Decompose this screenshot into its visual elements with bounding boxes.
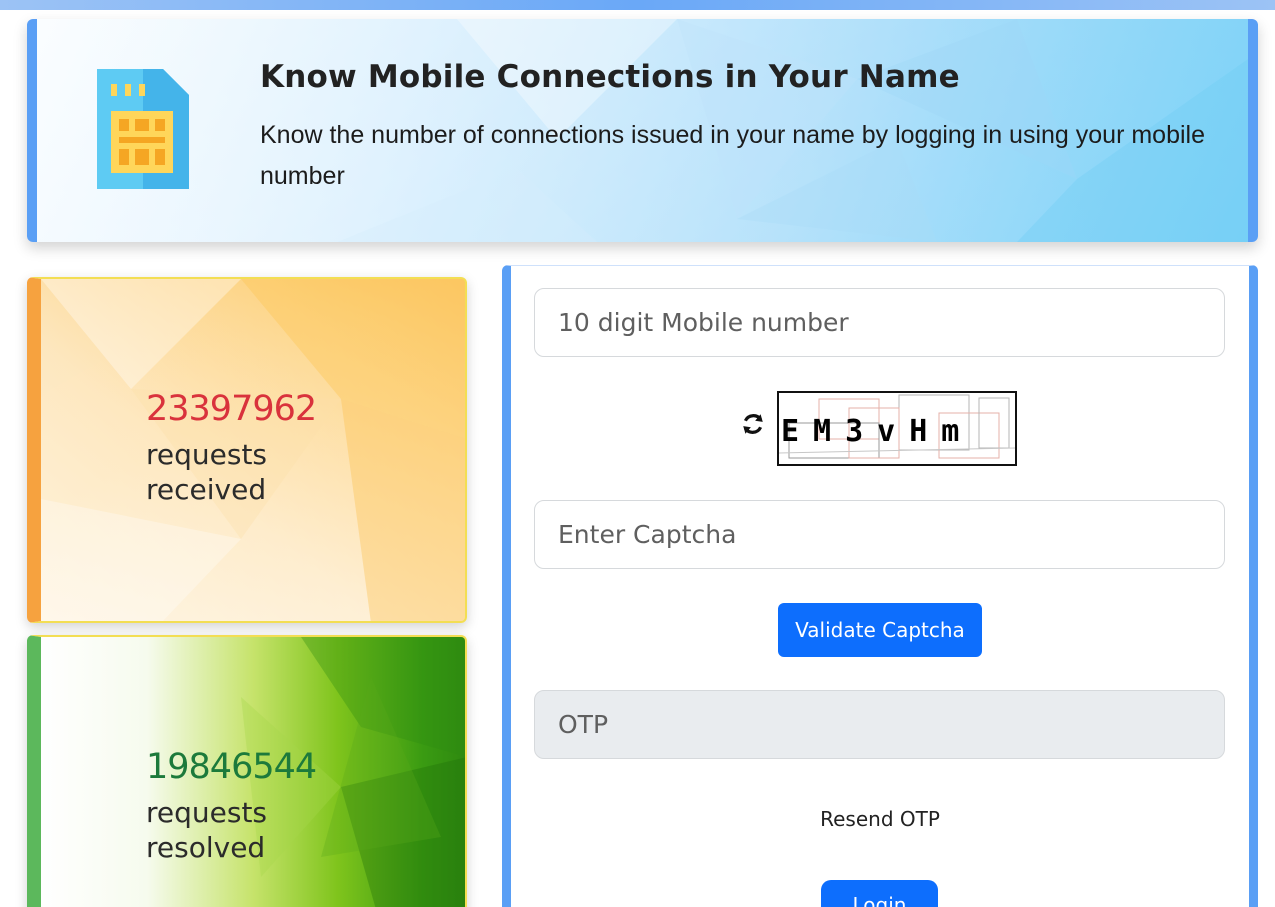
top-strip [0,0,1275,10]
requests-resolved-label: requests resolved [146,796,268,864]
requests-received-label: requests received [146,438,268,506]
captcha-noise: EM3vHm [779,394,1015,459]
resend-otp-link[interactable]: Resend OTP [511,807,1249,831]
requests-resolved-count: 19846544 [146,747,317,787]
login-form-card: 10 digit Mobile number EM3vHm Enter Capt… [502,265,1258,907]
requests-received-count: 23397962 [146,389,317,429]
header-banner: Know Mobile Connections in Your Name Kno… [27,19,1258,242]
page-title: Know Mobile Connections in Your Name [260,59,960,95]
captcha-text: EM3vHm [781,414,973,449]
captcha-image: EM3vHm [777,391,1017,466]
requests-resolved-card: 19846544 requests resolved [27,635,467,907]
refresh-captcha-icon[interactable] [740,411,766,437]
requests-received-card: 23397962 requests received [27,277,467,623]
page-description: Know the number of connections issued in… [260,121,1205,190]
captcha-input[interactable]: Enter Captcha [534,500,1225,569]
sim-card-icon [97,69,189,189]
login-button[interactable]: Login [821,880,938,907]
otp-input[interactable]: OTP [534,690,1225,759]
mobile-number-input[interactable]: 10 digit Mobile number [534,288,1225,357]
validate-captcha-button[interactable]: Validate Captcha [778,603,982,657]
